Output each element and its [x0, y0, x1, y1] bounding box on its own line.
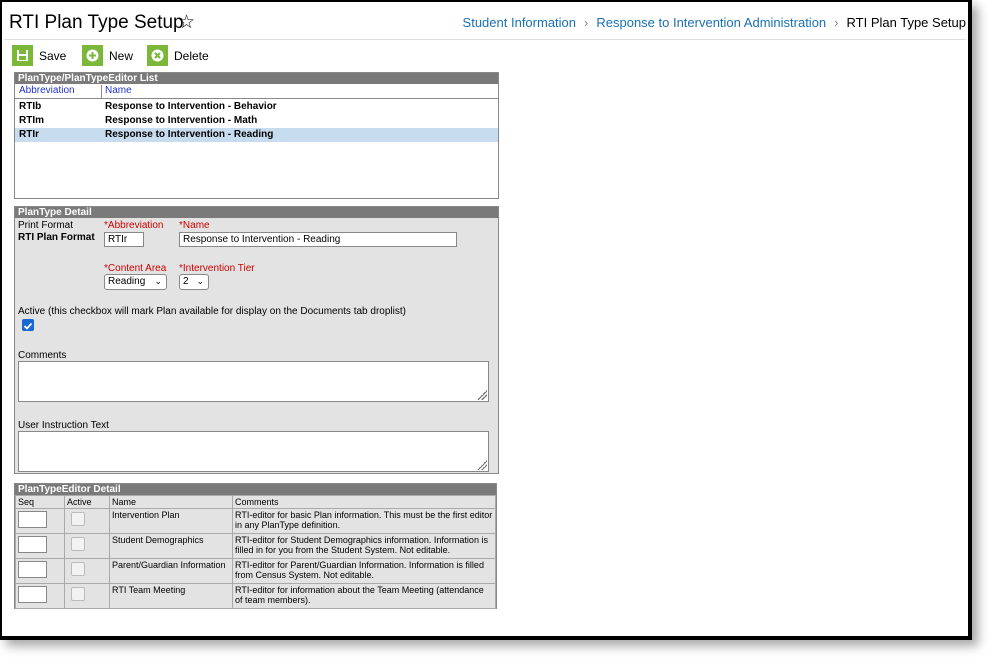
column-header-name[interactable]: Name — [101, 85, 132, 98]
chevron-right-icon: › — [834, 15, 839, 30]
header-divider — [4, 39, 966, 40]
column-header-comments: Comments — [232, 495, 496, 509]
active-checkbox[interactable] — [71, 562, 85, 576]
active-checkbox[interactable] — [71, 512, 85, 526]
page-title: RTI Plan Type Setup — [9, 12, 184, 33]
app-window: RTI Plan Type Setup ☆ Student Informatio… — [0, 0, 972, 640]
delete-circle-icon — [147, 45, 168, 66]
active-checkbox[interactable] — [71, 537, 85, 551]
editor-table: Seq Active Name Comments Intervention Pl… — [15, 495, 496, 609]
table-row: RTI Team Meeting RTI-editor for informat… — [15, 583, 496, 609]
list-panel-title: PlanType/PlanTypeEditor List — [15, 73, 498, 84]
seq-input[interactable] — [18, 511, 47, 528]
intervention-tier-label: *Intervention Tier — [179, 263, 255, 274]
list-item-selected[interactable]: RTIr Response to Intervention - Reading — [15, 128, 498, 142]
user-instruction-label: User Instruction Text — [18, 420, 109, 431]
chevron-right-icon: › — [584, 15, 589, 30]
seq-input[interactable] — [18, 586, 47, 603]
delete-label: Delete — [174, 48, 209, 63]
editor-name: Student Demographics — [109, 533, 233, 559]
plantype-list-panel: PlanType/PlanTypeEditor List Abbreviatio… — [14, 72, 499, 199]
active-checkbox[interactable] — [71, 587, 85, 601]
content-area-label: *Content Area — [104, 263, 167, 274]
delete-button[interactable]: Delete — [147, 45, 209, 66]
list-item[interactable]: RTIm Response to Intervention - Math — [15, 114, 498, 128]
save-icon — [12, 45, 33, 66]
list-item-name: Response to Intervention - Math — [105, 115, 258, 126]
print-format-value: RTI Plan Format — [18, 232, 95, 243]
list-item-abbreviation: RTIm — [19, 115, 44, 126]
editor-name: Intervention Plan — [109, 508, 233, 534]
column-header-seq: Seq — [15, 495, 65, 509]
editor-comments: RTI-editor for Parent/Guardian Informati… — [232, 558, 496, 584]
comments-textarea[interactable] — [18, 361, 489, 402]
name-input[interactable]: Response to Intervention - Reading — [179, 232, 457, 247]
save-button[interactable]: Save — [12, 45, 66, 66]
resize-grip-icon[interactable] — [477, 390, 487, 400]
breadcrumb-rti-administration[interactable]: Response to Intervention Administration — [596, 15, 826, 30]
list-header: Abbreviation Name — [15, 85, 498, 99]
breadcrumb: Student Information › Response to Interven… — [463, 15, 966, 30]
new-button[interactable]: New — [82, 45, 133, 66]
seq-input[interactable] — [18, 561, 47, 578]
seq-input[interactable] — [18, 536, 47, 553]
checkmark-icon — [23, 322, 33, 330]
editor-name: RTI Team Meeting — [109, 583, 233, 609]
editor-comments: RTI-editor for information about the Tea… — [232, 583, 496, 609]
plantypeeditor-detail-panel: PlanTypeEditor Detail Seq Active Name Co… — [14, 483, 497, 609]
list-item[interactable]: RTIb Response to Intervention - Behavior — [15, 100, 498, 114]
resize-grip-icon[interactable] — [477, 460, 487, 470]
comments-label: Comments — [18, 350, 67, 361]
list-item-abbreviation: RTIb — [19, 101, 42, 112]
editor-name: Parent/Guardian Information — [109, 558, 233, 584]
content-area-value: Reading — [108, 276, 146, 287]
new-label: New — [109, 48, 134, 63]
intervention-tier-value: 2 — [183, 276, 189, 287]
print-format-label: Print Format — [18, 220, 74, 231]
breadcrumb-student-information[interactable]: Student Information — [463, 15, 576, 30]
table-row: Parent/Guardian Information RTI-editor f… — [15, 558, 496, 584]
table-row: Intervention Plan RTI-editor for basic P… — [15, 508, 496, 534]
table-row: Student Demographics RTI-editor for Stud… — [15, 533, 496, 559]
chevron-down-icon: ⌄ — [196, 276, 204, 286]
abbreviation-input[interactable]: RTIr — [104, 232, 144, 247]
chevron-down-icon: ⌄ — [154, 276, 162, 286]
plus-circle-icon — [82, 45, 103, 66]
column-header-name: Name — [109, 495, 233, 509]
column-header-abbreviation[interactable]: Abbreviation — [19, 85, 75, 96]
editor-comments: RTI-editor for basic Plan information. T… — [232, 508, 496, 534]
user-instruction-textarea[interactable] — [18, 431, 489, 472]
content-area-select[interactable]: Reading ⌄ — [104, 274, 167, 290]
plantype-detail-panel: PlanType Detail Print Format RTI Plan Fo… — [14, 206, 499, 474]
column-header-active: Active — [64, 495, 110, 509]
detail-panel-title: PlanType Detail — [15, 207, 498, 218]
favorite-star-icon[interactable]: ☆ — [178, 11, 195, 34]
list-item-abbreviation: RTIr — [19, 129, 39, 140]
save-label: Save — [39, 48, 67, 63]
intervention-tier-select[interactable]: 2 ⌄ — [179, 274, 209, 290]
name-label: *Name — [179, 220, 210, 231]
abbreviation-label: *Abbreviation — [104, 220, 164, 231]
list-item-name: Response to Intervention - Behavior — [105, 101, 277, 112]
editor-panel-title: PlanTypeEditor Detail — [15, 484, 496, 495]
editor-comments: RTI-editor for Student Demographics info… — [232, 533, 496, 559]
breadcrumb-current: RTI Plan Type Setup — [846, 15, 966, 30]
active-checkbox[interactable] — [22, 319, 34, 331]
active-label: Active (this checkbox will mark Plan ava… — [18, 306, 406, 317]
list-item-name: Response to Intervention - Reading — [105, 129, 274, 140]
